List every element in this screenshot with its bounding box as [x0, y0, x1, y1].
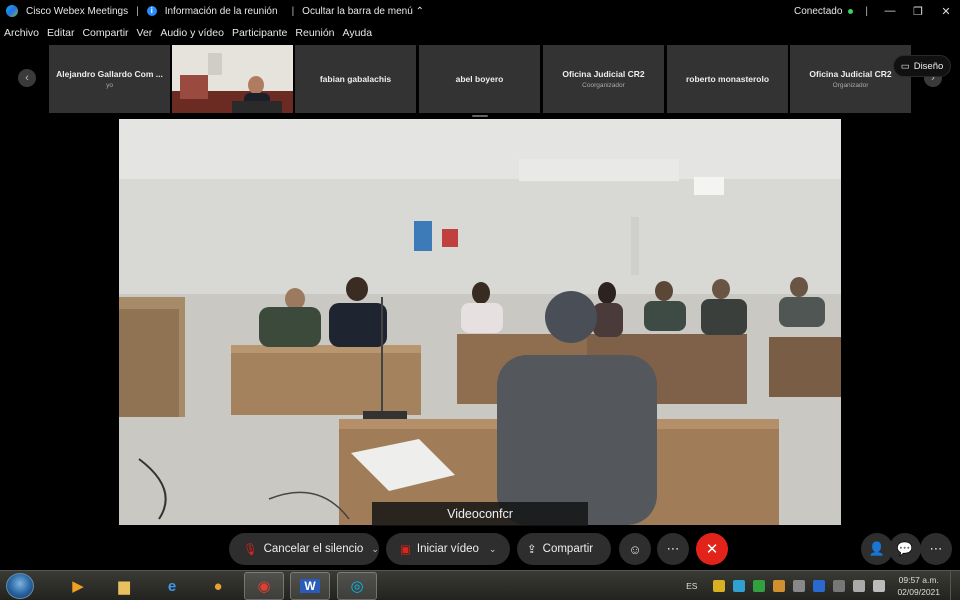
- webex-icon[interactable]: ◎: [337, 572, 377, 600]
- menu-participante[interactable]: Participante: [232, 27, 287, 39]
- menu-ayuda[interactable]: Ayuda: [343, 27, 373, 39]
- title-separator: |: [865, 5, 868, 17]
- title-bar: Cisco Webex Meetings | i Información de …: [0, 0, 960, 22]
- microphone-muted-icon: 🎙: [243, 544, 258, 556]
- participant-role: yo: [106, 82, 113, 89]
- title-separator: |: [136, 5, 139, 17]
- media-player-icon[interactable]: ▶: [58, 572, 98, 600]
- participant-strip: ‹ Alejandro Gallardo Com ... yo fabian g…: [0, 45, 960, 113]
- meeting-info-link[interactable]: Información de la reunión: [165, 6, 278, 17]
- participant-video-tile[interactable]: [172, 45, 293, 113]
- participant-role: Coorganizador: [582, 82, 625, 89]
- share-label: Compartir: [542, 543, 594, 555]
- participant-tile[interactable]: Oficina Judicial CR2 Organizador: [790, 45, 911, 113]
- chevron-left-icon: ‹: [25, 72, 29, 84]
- start-button[interactable]: [6, 573, 34, 599]
- clock-date: 02/09/2021: [897, 587, 940, 597]
- main-video[interactable]: [119, 119, 841, 525]
- security-icon[interactable]: [753, 580, 766, 592]
- participant-name: Alejandro Gallardo Com ...: [56, 69, 163, 79]
- participant-tile[interactable]: fabian gabalachis: [295, 45, 416, 113]
- minimize-button[interactable]: —: [876, 5, 904, 17]
- close-window-button[interactable]: ✕: [932, 5, 960, 18]
- tray-app-icon[interactable]: [773, 580, 786, 592]
- folder-icon[interactable]: ▆: [104, 572, 144, 600]
- strip-prev-button[interactable]: ‹: [18, 69, 36, 87]
- tray-app-icon[interactable]: [733, 580, 746, 592]
- volume-icon[interactable]: [833, 580, 846, 592]
- video-name-label: Videoconfcr: [372, 502, 588, 526]
- participants-icon: 👤: [868, 541, 886, 556]
- more-icon: ⋯: [929, 541, 943, 556]
- menu-audio-video[interactable]: Audio y vídeo: [160, 27, 224, 39]
- connection-status: Conectado: [794, 5, 843, 17]
- show-desktop-button[interactable]: [950, 571, 960, 600]
- participant-tile[interactable]: Alejandro Gallardo Com ... yo: [49, 45, 170, 113]
- start-video-button[interactable]: ▣ Iniciar vídeo ⌄: [386, 533, 510, 565]
- hide-menu-bar-button[interactable]: Ocultar la barra de menú ⌃: [302, 6, 424, 17]
- close-icon: ✕: [705, 541, 719, 558]
- network-icon[interactable]: [853, 580, 866, 592]
- menu-reunion[interactable]: Reunión: [295, 27, 334, 39]
- menu-editar[interactable]: Editar: [47, 27, 74, 39]
- chat-panel-button[interactable]: 💬: [889, 533, 921, 565]
- start-video-label: Iniciar vídeo: [416, 543, 479, 555]
- chat-icon: 💬: [896, 541, 914, 556]
- unmute-button[interactable]: 🎙 Cancelar el silencio ⌄: [229, 533, 379, 565]
- title-separator: |: [291, 5, 295, 17]
- share-icon: ⇪: [527, 544, 537, 556]
- reactions-button[interactable]: ☺: [619, 533, 651, 565]
- menu-bar: Archivo Editar Compartir Ver Audio y víd…: [0, 24, 372, 42]
- ie-icon[interactable]: e: [152, 572, 192, 600]
- menu-ver[interactable]: Ver: [137, 27, 153, 39]
- layout-icon: ▭: [900, 60, 910, 72]
- video-off-icon: ▣: [400, 544, 411, 556]
- clock-time: 09:57 a.m.: [898, 575, 939, 585]
- system-tray: ES 09:57 a.m. 02/09/2021: [686, 571, 960, 600]
- app-title: Cisco Webex Meetings: [26, 5, 129, 17]
- chevron-down-icon[interactable]: ⌄: [489, 544, 497, 555]
- layout-button[interactable]: ▭ Diseño: [893, 55, 951, 77]
- word-icon[interactable]: W: [290, 572, 330, 600]
- participant-name: Oficina Judicial CR2: [562, 69, 645, 79]
- windows-taskbar: ▶ ▆ e ● ◉ W ◎ ES 09:57 a.m. 02/09/2021: [0, 570, 960, 600]
- more-options-button[interactable]: ⋯: [657, 533, 689, 565]
- participant-tile[interactable]: roberto monasterolo: [667, 45, 788, 113]
- participant-role: Organizador: [832, 82, 869, 89]
- chevron-down-icon[interactable]: ⌄: [371, 544, 379, 555]
- bluetooth-icon[interactable]: [813, 580, 826, 592]
- restore-button[interactable]: ❐: [904, 5, 932, 18]
- tray-app-icon[interactable]: [713, 580, 726, 592]
- participant-name: abel boyero: [455, 74, 504, 84]
- leave-meeting-button[interactable]: ✕: [696, 533, 728, 565]
- layout-label: Diseño: [913, 60, 944, 72]
- chevron-up-icon: ⌃: [415, 5, 424, 17]
- chrome-icon[interactable]: ◉: [244, 572, 284, 600]
- menu-compartir[interactable]: Compartir: [82, 27, 128, 39]
- paint-icon[interactable]: ●: [198, 572, 238, 600]
- participant-video-feed: [172, 45, 293, 113]
- participant-name: Oficina Judicial CR2: [809, 69, 892, 79]
- menu-archivo[interactable]: Archivo: [4, 27, 39, 39]
- flag-icon[interactable]: [873, 580, 886, 592]
- participant-tile[interactable]: Oficina Judicial CR2 Coorganizador: [543, 45, 664, 113]
- participant-name: roberto monasterolo: [685, 74, 770, 84]
- tray-app-icon[interactable]: [793, 580, 806, 592]
- courtroom-video-feed: [119, 119, 841, 525]
- participant-tile[interactable]: abel boyero: [419, 45, 540, 113]
- unmute-label: Cancelar el silencio: [263, 543, 364, 555]
- more-panels-button[interactable]: ⋯: [920, 533, 952, 565]
- smiley-icon: ☺: [628, 541, 642, 557]
- more-icon: ⋯: [666, 541, 680, 556]
- strip-resize-handle[interactable]: [472, 115, 488, 117]
- info-icon[interactable]: i: [146, 6, 157, 16]
- share-button[interactable]: ⇪ Compartir: [517, 533, 611, 565]
- language-indicator[interactable]: ES: [686, 581, 697, 591]
- connection-status-dot: [848, 8, 854, 14]
- participant-name: fabian gabalachis: [319, 74, 392, 84]
- webex-logo-icon: [6, 5, 18, 17]
- clock[interactable]: 09:57 a.m. 02/09/2021: [897, 574, 940, 598]
